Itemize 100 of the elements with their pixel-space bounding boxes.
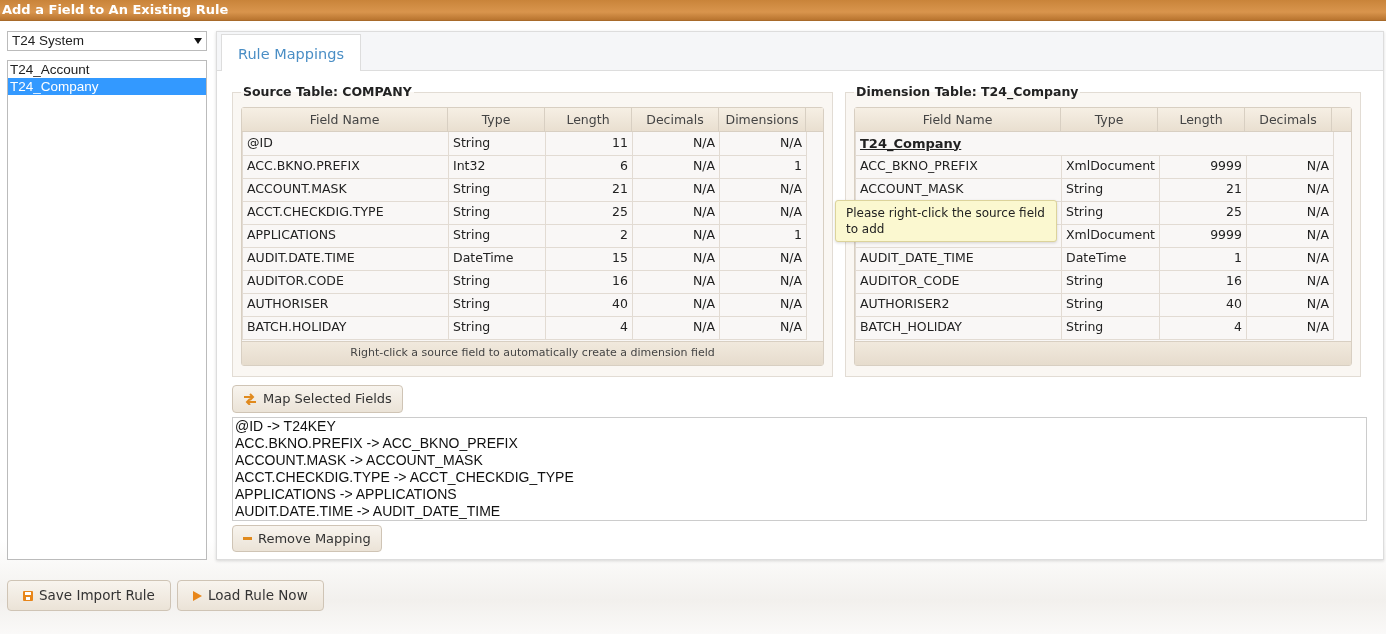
- table-cell: 1: [1159, 247, 1247, 270]
- column-header[interactable]: Decimals: [1245, 108, 1332, 131]
- column-header[interactable]: Decimals: [632, 108, 719, 131]
- table-cell: String: [1061, 293, 1160, 316]
- table-cell: N/A: [632, 178, 720, 201]
- table-cell: N/A: [719, 270, 807, 293]
- column-header[interactable]: Dimensions: [719, 108, 806, 131]
- window-title: Add a Field to An Existing Rule: [0, 0, 1386, 21]
- table-cell: String: [1061, 270, 1160, 293]
- table-cell: 9999: [1159, 224, 1247, 247]
- table-cell: AUTHORISER: [242, 293, 449, 316]
- column-header[interactable]: Length: [545, 108, 632, 131]
- table-cell: N/A: [1246, 247, 1334, 270]
- table-cell: 16: [545, 270, 633, 293]
- column-header[interactable]: Type: [1061, 108, 1158, 131]
- table-cell: N/A: [632, 247, 720, 270]
- table-cell: ACC.BKNO.PREFIX: [242, 155, 449, 178]
- table-cell: APPLICATIONS: [242, 224, 449, 247]
- table-cell: AUDIT_DATE_TIME: [855, 247, 1062, 270]
- table-cell: String: [448, 316, 546, 339]
- table-cell: N/A: [719, 201, 807, 224]
- table-cell: 25: [545, 201, 633, 224]
- table-cell: 11: [545, 132, 633, 155]
- table-cell: N/A: [632, 224, 720, 247]
- table-cell: N/A: [719, 316, 807, 339]
- table-cell: N/A: [1246, 178, 1334, 201]
- table-cell: N/A: [719, 247, 807, 270]
- table-cell: DateTime: [448, 247, 546, 270]
- table-cell: XmlDocument: [1061, 224, 1160, 247]
- minus-icon: [243, 536, 252, 540]
- table-cell: 2: [545, 224, 633, 247]
- save-button[interactable]: Save Import Rule: [7, 580, 171, 611]
- table-cell: N/A: [632, 293, 720, 316]
- table-cell: 16: [1159, 270, 1247, 293]
- table-cell: AUDIT.DATE.TIME: [242, 247, 449, 270]
- table-cell: String: [448, 293, 546, 316]
- table-cell: AUDITOR.CODE: [242, 270, 449, 293]
- table-cell: @ID: [242, 132, 449, 155]
- table-cell: ACCOUNT.MASK: [242, 178, 449, 201]
- table-cell: N/A: [1246, 293, 1334, 316]
- table-cell: BATCH_HOLIDAY: [855, 316, 1062, 339]
- group-legend: Source Table: COMPANY: [241, 85, 414, 99]
- mapping-list[interactable]: @ID -> T24KEY ACC.BKNO.PREFIX -> ACC_BKNO_PREFIX ACCOUNT.MASK -> ACCOUNT_MASK ACCT.CHECKDIG.TYPE -> ACCT_CHECKDIG_TYPE APPLICATIONS -> APPLICATIONS AUDIT.DATE.TIME -> AUDIT_DATE_TIME: [232, 416, 1367, 521]
- table-cell: 21: [1159, 178, 1247, 201]
- map-fields-button[interactable]: Map Selected Fields: [232, 385, 403, 413]
- table-cell: N/A: [632, 316, 720, 339]
- table-cell: N/A: [632, 155, 720, 178]
- table-cell: 40: [545, 293, 633, 316]
- group-header: T24_Company: [855, 132, 1334, 155]
- grid-footer: Right-click a source field to automatically create a dimension field: [242, 341, 823, 365]
- table-cell: 25: [1159, 201, 1247, 224]
- table-cell: N/A: [719, 178, 807, 201]
- table-cell: N/A: [1246, 201, 1334, 224]
- table-cell: N/A: [632, 132, 720, 155]
- table-cell: 9999: [1159, 155, 1247, 178]
- table-cell: 4: [1159, 316, 1247, 339]
- table-cell: ACCT.CHECKDIG.TYPE: [242, 201, 449, 224]
- table-cell: DateTime: [1061, 247, 1160, 270]
- table-cell: String: [1061, 178, 1160, 201]
- caret-icon: [194, 38, 202, 44]
- table-cell: N/A: [719, 293, 807, 316]
- table-cell: XmlDocument: [1061, 155, 1160, 178]
- table-cell: N/A: [632, 201, 720, 224]
- group-legend: Dimension Table: T24_Company: [854, 85, 1081, 99]
- table-cell: String: [448, 270, 546, 293]
- table-cell: String: [448, 132, 546, 155]
- table-cell: 6: [545, 155, 633, 178]
- tooltip: Please right-click the source field to add: [835, 200, 1057, 242]
- table-cell: 15: [545, 247, 633, 270]
- table-cell: ACC_BKNO_PREFIX: [855, 155, 1062, 178]
- table-cell: N/A: [1246, 224, 1334, 247]
- system-select[interactable]: T24 System: [7, 31, 207, 51]
- table-cell: Int32: [448, 155, 546, 178]
- table-cell: String: [1061, 316, 1160, 339]
- table-cell: String: [448, 178, 546, 201]
- play-icon: [192, 590, 202, 601]
- table-cell: String: [448, 224, 546, 247]
- remove-mapping-button[interactable]: Remove Mapping: [232, 524, 382, 552]
- tab[interactable]: Rule Mappings: [221, 34, 361, 71]
- table-cell: BATCH.HOLIDAY: [242, 316, 449, 339]
- table-cell: N/A: [719, 132, 807, 155]
- table-cell: AUDITOR_CODE: [855, 270, 1062, 293]
- rule-item[interactable]: T24_Account: [8, 61, 206, 78]
- table-cell: N/A: [1246, 270, 1334, 293]
- table-cell: N/A: [1246, 316, 1334, 339]
- table-cell: 1: [719, 224, 807, 247]
- table-cell: 1: [719, 155, 807, 178]
- table-cell: 21: [545, 178, 633, 201]
- load-button[interactable]: Load Rule Now: [176, 580, 324, 611]
- column-header[interactable]: Field Name: [855, 108, 1061, 131]
- table-cell: 4: [545, 316, 633, 339]
- table-cell: N/A: [632, 270, 720, 293]
- table-cell: String: [448, 201, 546, 224]
- column-header[interactable]: Field Name: [242, 108, 448, 131]
- swap-icon: [243, 392, 257, 405]
- table-cell: N/A: [1246, 155, 1334, 178]
- column-header[interactable]: Type: [448, 108, 545, 131]
- column-header[interactable]: Length: [1158, 108, 1245, 131]
- table-cell: 40: [1159, 293, 1247, 316]
- table-cell: String: [1061, 201, 1160, 224]
